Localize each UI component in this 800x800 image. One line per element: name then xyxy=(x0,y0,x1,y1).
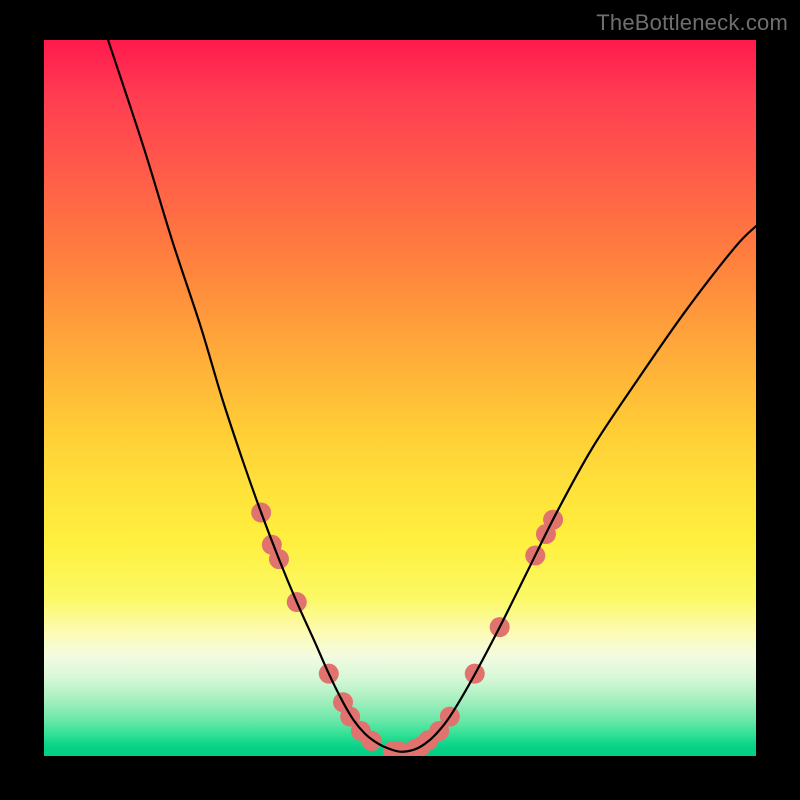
watermark-text: TheBottleneck.com xyxy=(596,10,788,36)
bottleneck-curve-path xyxy=(108,40,756,752)
marker-group xyxy=(251,503,563,756)
plot-area xyxy=(44,40,756,756)
curve-layer xyxy=(44,40,756,756)
chart-frame: TheBottleneck.com xyxy=(0,0,800,800)
